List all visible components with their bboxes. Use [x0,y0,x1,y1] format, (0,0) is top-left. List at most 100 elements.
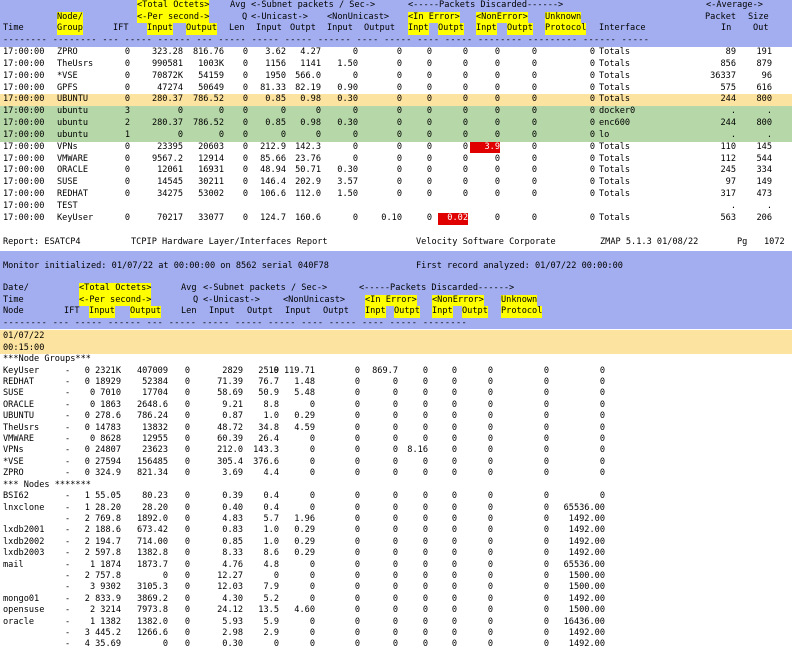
cell-nein: 0 [451,525,457,536]
cell-ein: 0 [392,411,398,422]
cell-ift: - [65,582,71,593]
cell-node: REDHAT [57,189,89,200]
cell-nein: 0 [451,605,457,616]
cell-neout: 0 [487,422,493,433]
cell-time: 17:00:00 [3,82,45,93]
cell-p1: 0 [543,616,549,627]
cell-nin: 0 [352,129,358,140]
cell-len: 0 [184,502,190,513]
cell-p1: 0 [543,411,549,422]
cell-uout: 1.0 [263,525,279,536]
cell-ein: 0 [392,491,398,502]
cell-output: 673.42 [136,525,168,536]
cell-uout: 4.8 [263,559,279,570]
cell-uin: 85.66 [260,153,286,164]
cell-ein: 0 [392,434,398,445]
cell-p1: 0 [543,514,549,525]
cell-output: 50649 [198,82,224,93]
cell-iface: Totals [599,165,631,176]
cell-nout: 0 [354,399,360,410]
cell-pin: . [730,106,736,117]
cell-eout: 0 [422,388,428,399]
cell-nout: 0 [396,129,402,140]
cell-neout: 0 [531,106,537,117]
cell-p2: 1492.00 [568,548,605,559]
cell-p2: 65536.00 [563,559,605,570]
cell-input: 0 27594 [84,456,121,467]
cell-nin: 0 [352,141,358,152]
hdr-output: Output [186,23,218,36]
interval-date: 01/07/22 [3,331,45,341]
table-row: 17:00:00 GPFS 0 47274 50649 0 81.33 82.19 0.90 0 0… [0,83,792,95]
cell-neout: 0 [531,177,537,188]
cell-nein: 3.9 [470,141,500,154]
bottom-header-line2: Time <-Per second-> Q <-Unicast-> <NonUn… [0,294,792,307]
cell-uin: 5.93 [222,616,243,627]
cell-p1: 0 [543,548,549,559]
cell-nein: 0 [494,177,500,188]
cell-output: 816.76 [192,47,224,57]
cell-uin: 0 [280,129,286,140]
cell-eout: 0 [462,189,468,200]
cell-uin: 8.33 [222,548,243,559]
cell-unk: 0 [589,153,595,164]
cell-pout: . [766,200,772,211]
cell-input: 990581 [151,58,183,69]
cell-node: *VSE [57,70,78,81]
cell-nein: 0 [494,153,500,164]
cell-uin: 0.83 [222,525,243,536]
cell-p2: 0 [599,377,605,388]
cell-eout: 0 [462,70,468,81]
cell-nein: 0 [494,58,500,69]
cell-ein: 0 [392,525,398,536]
cell-eout: 0 [422,559,428,570]
cell-nout: 0 [354,525,360,536]
cell-nout: 0 [354,365,360,376]
cell-uin: 0.39 [222,491,243,502]
cell-nin: 0 [352,153,358,164]
cell-ift: 0 [124,189,130,200]
cell-nein: 0 [451,434,457,445]
cell-input: 0 7010 [89,388,121,399]
cell-uin: 4.76 [222,559,243,570]
cell-ein: 0 [426,106,432,117]
cell-pout: 96 [761,70,772,81]
hdr-total-octets: <Total Octets> [137,0,210,12]
cell-time: 17:00:00 [3,58,45,69]
table-row: - 4 35.69 0 0 0.30 0 0 0 0 0 0 0 0 1492.00 [0,639,792,650]
cell-nin: 1.50 [337,58,358,69]
cell-input: 1 55.05 [84,491,121,502]
cell-nout: 0 [354,491,360,502]
cell-eout: 0 [422,514,428,525]
cell-nout: 0 [396,189,402,200]
cell-input: 23395 [157,141,183,152]
hdr-err-outpt: Outpt [438,23,464,36]
cell-ift: - [65,605,71,616]
cell-len: 0 [242,118,248,129]
table-row: TheUsrs - 0 14783 13832 0 48.72 34.8 4.59 0 0 0 0 0 0… [0,423,792,434]
cell-p2: 0 [599,399,605,410]
cell-nin: 0 [309,593,315,604]
cell-ift: 0 [124,70,130,81]
bottom-table-header: Date/ <Total Octets> Avg <-Subnet packet… [0,281,792,329]
cell-len: 0 [184,468,190,479]
cell-nin: 0 [309,456,315,467]
cell-nout: 0 [396,94,402,105]
cell-eout: 0 [422,605,428,616]
cell-uin: 0 [280,106,286,117]
cell-ein: 0 [426,177,432,188]
table-row: 17:00:00 KeyUser 0 70217 33077 0 124.7 160.6 0 0.… [0,212,792,225]
cell-node: VPNs [3,445,24,456]
cell-eout: 0 [422,639,428,650]
bottom-table-body: ***Node Groups*** KeyUser - 0 2321K 407009 0 2… [0,354,792,651]
cell-p1: 0 [543,525,549,536]
cell-node: opensuse [3,605,45,616]
table-row: - 2 769.8 1892.0 0 4.83 5.7 1.96 0 0 0 0 0 0 1492.00 [0,514,792,525]
cell-neout: 0 [487,514,493,525]
cell-uout: 13.5 [258,605,279,616]
report-title-line: Report: ESATCP4 TCPIP Hardware Layer/Int… [0,237,792,249]
cell-p1: 0 [543,456,549,467]
cell-eout: 0 [462,153,468,164]
cell-len: 0 [184,536,190,547]
cell-neout: 0 [487,536,493,547]
